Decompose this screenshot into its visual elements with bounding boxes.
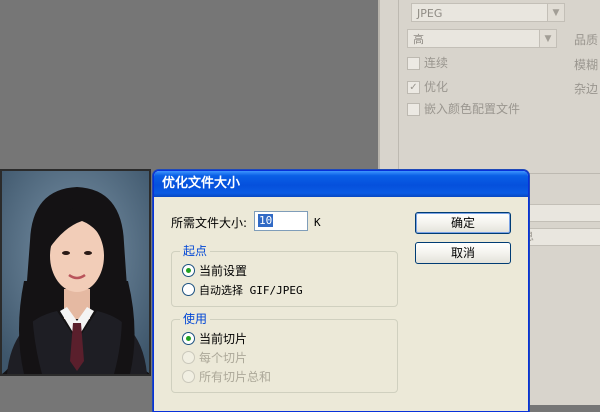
start-option-auto-select[interactable]: 自动选择 GIF/JPEG xyxy=(182,282,303,298)
target-size-value: 10 xyxy=(258,214,274,227)
optimized-checkbox[interactable]: ✓ 优化 xyxy=(407,79,448,95)
chevron-down-icon: ▼ xyxy=(539,30,556,47)
format-select-value: JPEG xyxy=(417,7,443,20)
dialog-title: 优化文件大小 xyxy=(162,176,241,191)
embed-profile-label: 嵌入颜色配置文件 xyxy=(424,102,521,116)
use-option-label: 每个切片 xyxy=(199,351,248,365)
use-option-each-slice[interactable]: 每个切片 xyxy=(182,350,247,366)
use-group: 使用 当前切片 每个切片 所有切片总和 xyxy=(171,312,398,393)
target-size-unit: K xyxy=(314,216,321,229)
use-group-legend: 使用 xyxy=(180,312,211,326)
start-group: 起点 当前设置 自动选择 GIF/JPEG xyxy=(171,244,398,307)
portrait-photo xyxy=(0,169,151,376)
quality-select-value: 高 xyxy=(413,33,424,46)
ok-button[interactable]: 确定 xyxy=(415,212,511,234)
dialog-titlebar[interactable]: 优化文件大小 xyxy=(154,171,528,197)
optimized-label: 优化 xyxy=(424,80,449,94)
start-option-label: 当前设置 xyxy=(199,264,248,278)
target-size-input[interactable]: 10 xyxy=(254,211,308,231)
cancel-button[interactable]: 取消 xyxy=(415,242,511,264)
panel-strip xyxy=(520,204,600,222)
blur-label: 模糊 xyxy=(574,58,599,72)
radio-icon xyxy=(182,283,195,296)
optimize-file-size-dialog: 优化文件大小 所需文件大小: 10 K 确定 取消 起点 当前设置 自动选择 G… xyxy=(153,170,529,412)
progressive-checkbox[interactable]: 连续 xyxy=(407,55,448,71)
use-option-label: 当前切片 xyxy=(199,332,248,346)
portrait-image xyxy=(2,171,149,374)
start-option-current-settings[interactable]: 当前设置 xyxy=(182,263,247,279)
start-group-legend: 起点 xyxy=(180,244,211,258)
use-option-label: 所有切片总和 xyxy=(199,370,272,384)
panel-strip-text: 息 xyxy=(520,228,600,246)
radio-selected-icon xyxy=(182,264,195,277)
checkbox-box xyxy=(407,103,420,116)
matte-label: 杂边 xyxy=(574,82,599,96)
quality-label: 品质 xyxy=(574,33,599,47)
dialog-body: 所需文件大小: 10 K 确定 取消 起点 当前设置 自动选择 GIF/JPEG… xyxy=(154,197,528,411)
radio-disabled-icon xyxy=(182,370,195,383)
radio-selected-icon xyxy=(182,332,195,345)
checkbox-box xyxy=(407,57,420,70)
use-option-total-slices[interactable]: 所有切片总和 xyxy=(182,369,271,385)
target-size-label: 所需文件大小: xyxy=(171,216,248,230)
progressive-label: 连续 xyxy=(424,56,449,70)
quality-select[interactable]: 高 ▼ xyxy=(407,29,557,48)
chevron-down-icon: ▼ xyxy=(547,4,564,21)
embed-profile-checkbox[interactable]: 嵌入颜色配置文件 xyxy=(407,101,520,117)
radio-disabled-icon xyxy=(182,351,195,364)
use-option-current-slice[interactable]: 当前切片 xyxy=(182,331,247,347)
checkmark-icon: ✓ xyxy=(407,81,420,94)
format-select[interactable]: JPEG ▼ xyxy=(411,3,565,22)
start-option-label: 自动选择 GIF/JPEG xyxy=(199,284,303,297)
